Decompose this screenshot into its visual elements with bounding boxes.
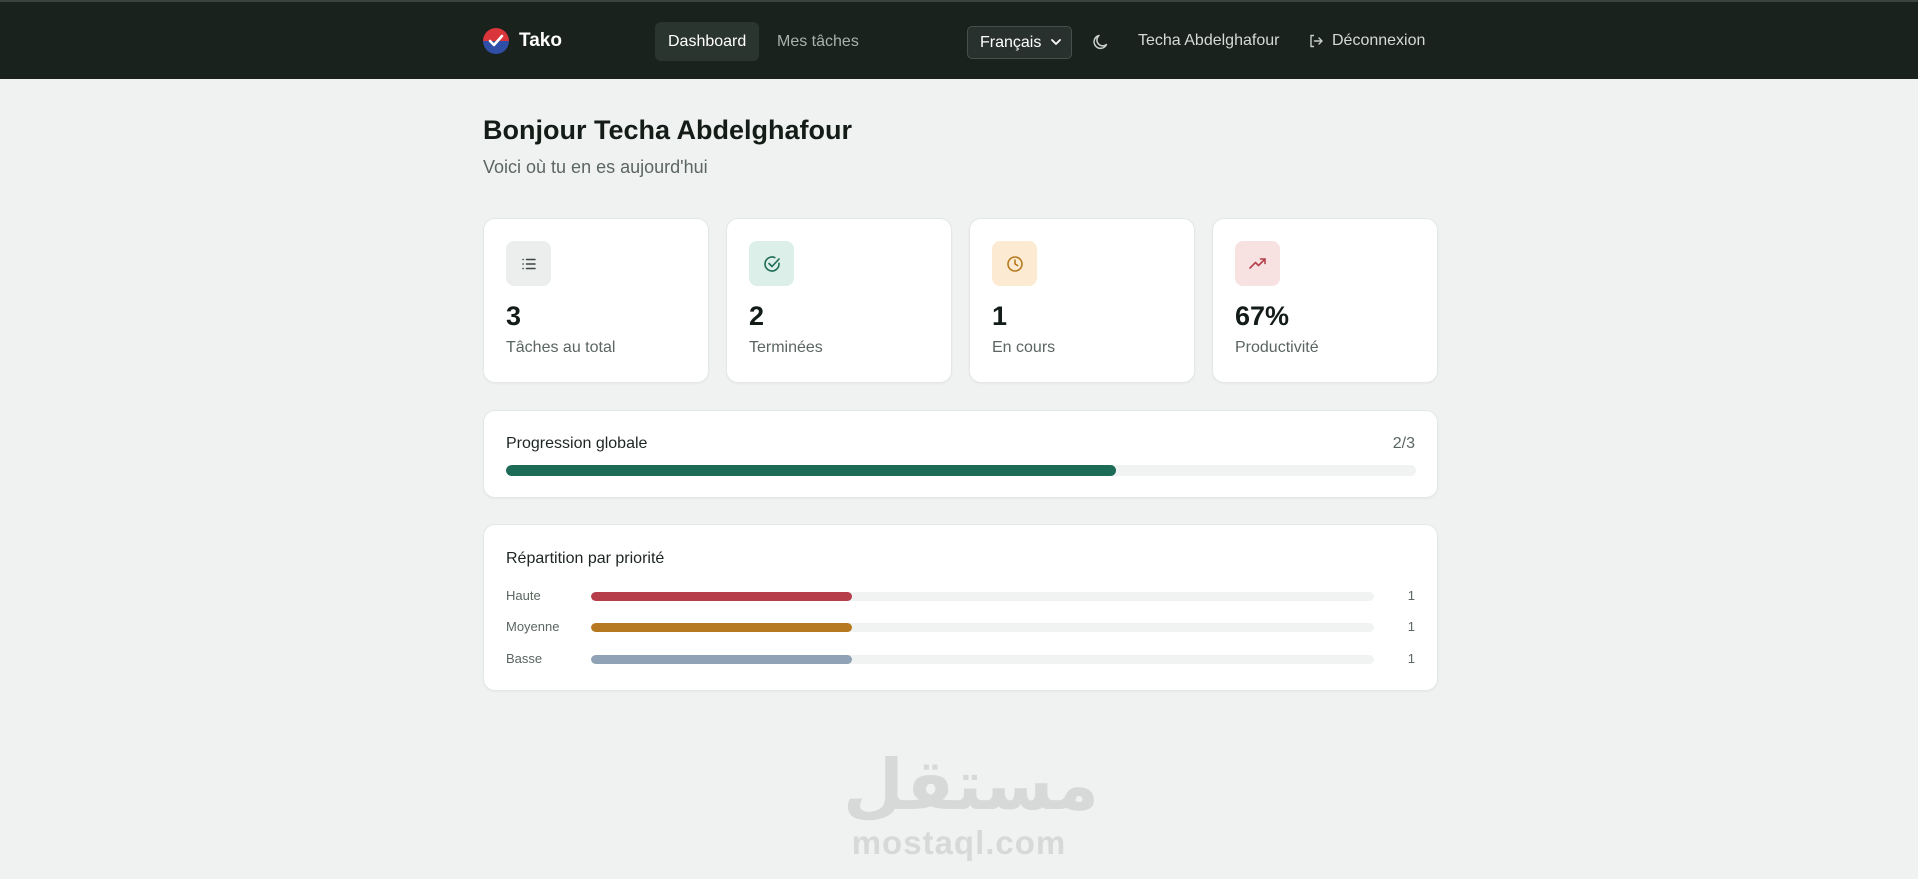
priority-track-basse (591, 655, 1374, 664)
progress-track (506, 465, 1416, 476)
stat-label: En cours (992, 339, 1056, 356)
stat-value: 3 (506, 301, 522, 331)
progress-count: 2/3 (1392, 435, 1415, 452)
page-title: Bonjour Techa Abdelghafour (483, 115, 852, 145)
priority-fill-moyenne (591, 623, 852, 632)
top-navbar: Tako Dashboard Mes tâches Français Techa… (0, 0, 1918, 79)
brand-name: Tako (519, 30, 562, 51)
stat-label: Productivité (1235, 339, 1319, 356)
trending-up-icon (1235, 241, 1280, 286)
moon-icon[interactable] (1091, 32, 1111, 52)
logout-label: Déconnexion (1332, 32, 1426, 49)
mostaql-watermark: مستقل mostaql.com (843, 744, 1100, 861)
clock-icon (992, 241, 1037, 286)
language-select[interactable]: Français (967, 26, 1072, 59)
watermark-latin: mostaql.com (851, 824, 1067, 861)
tab-mes-taches[interactable]: Mes tâches (764, 22, 872, 61)
tab-dashboard[interactable]: Dashboard (655, 22, 760, 61)
stat-label: Tâches au total (506, 339, 616, 356)
stat-value: 2 (749, 301, 765, 331)
watermark-arabic: مستقل (843, 744, 1100, 826)
progress-title: Progression globale (506, 435, 648, 452)
stat-card-done: 2 Terminées (726, 218, 952, 383)
priority-label-basse: Basse (506, 651, 543, 666)
user-name-link[interactable]: Techa Abdelghafour (1138, 32, 1279, 50)
check-circle-icon (749, 241, 794, 286)
priority-track-haute (591, 592, 1374, 601)
stat-card-productivity: 67% Productivité (1212, 218, 1438, 383)
priority-count-basse: 1 (1407, 651, 1415, 666)
priority-label-moyenne: Moyenne (506, 619, 560, 634)
priority-title: Répartition par priorité (506, 550, 665, 567)
stat-value: 67% (1235, 301, 1290, 331)
stat-value: 1 (992, 301, 1008, 331)
logout-button[interactable]: Déconnexion (1308, 32, 1425, 50)
priority-count-moyenne: 1 (1407, 619, 1415, 634)
priority-count-haute: 1 (1407, 588, 1415, 603)
stat-card-in-progress: 1 En cours (969, 218, 1195, 383)
brand-logo-icon (483, 28, 509, 54)
page-subtitle: Voici où tu en es aujourd'hui (483, 157, 708, 177)
priority-breakdown-card: Répartition par priorité Haute 1 Moyenne… (483, 524, 1438, 691)
logout-icon (1310, 34, 1323, 48)
brand[interactable]: Tako (483, 28, 562, 54)
priority-fill-haute (591, 592, 852, 601)
stat-card-total: 3 Tâches au total (483, 218, 709, 383)
language-select-value: Français (980, 33, 1042, 51)
priority-track-moyenne (591, 623, 1374, 632)
chevron-down-icon (1051, 39, 1061, 45)
priority-label-haute: Haute (506, 588, 541, 603)
stat-label: Terminées (749, 339, 823, 356)
progress-fill (506, 465, 1116, 476)
priority-fill-basse (591, 655, 852, 664)
list-icon (506, 241, 551, 286)
overall-progress-card: Progression globale 2/3 (483, 410, 1438, 498)
